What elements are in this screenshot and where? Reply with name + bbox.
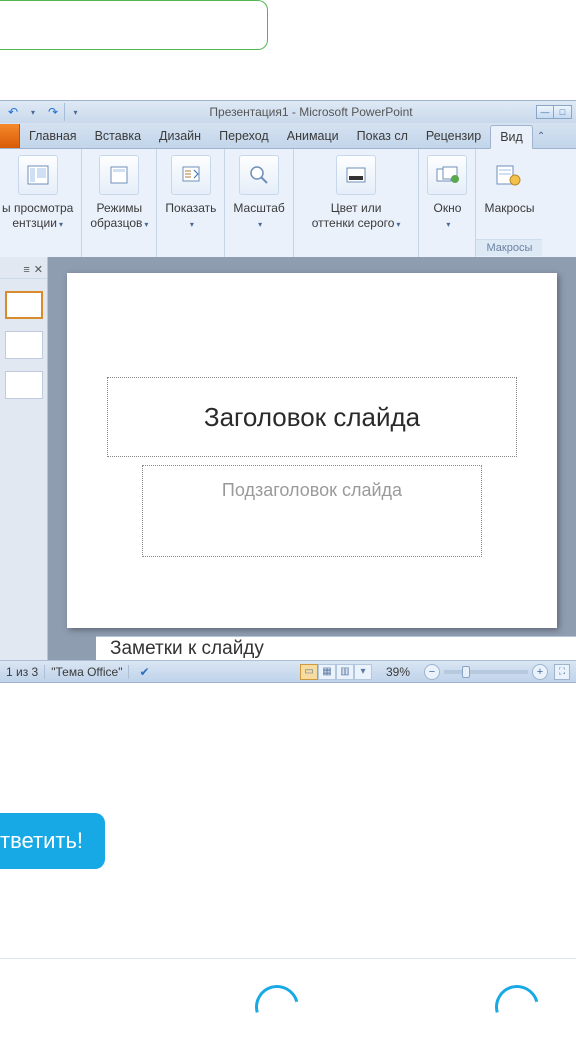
tab-transitions[interactable]: Переход bbox=[210, 124, 278, 148]
thumbnail-panel-header: ≡ ✕ bbox=[0, 261, 47, 279]
group-zoom: Масштаб▾ bbox=[225, 149, 293, 257]
reading-view-button[interactable]: ▥ bbox=[336, 664, 354, 680]
work-area: ≡ ✕ Заголовок слайда Подзаголовок слайда… bbox=[0, 257, 576, 660]
titlebar: ↶ ▾ ↷ ▾ Презентация1 - Microsoft PowerPo… bbox=[0, 101, 576, 123]
macros-icon[interactable] bbox=[489, 155, 529, 195]
view-mode-buttons: ▭ ▦ ▥ ▾ bbox=[300, 664, 372, 680]
group-show: Показать▾ bbox=[157, 149, 225, 257]
quick-access-toolbar: ↶ ▾ ↷ ▾ bbox=[0, 103, 86, 121]
group-window: Окно▾ bbox=[419, 149, 476, 257]
zoom-percentage[interactable]: 39% bbox=[386, 665, 410, 679]
fit-to-window-button[interactable]: ⛶ bbox=[554, 664, 570, 680]
presentation-views-label: ы просмотраентзции▾ bbox=[2, 201, 73, 231]
slide-thumbnail-1[interactable] bbox=[5, 291, 43, 319]
slide[interactable]: Заголовок слайда Подзаголовок слайда bbox=[67, 273, 557, 628]
group-color: Цвет илиоттенки серого▾ bbox=[294, 149, 420, 257]
divider bbox=[0, 958, 576, 959]
undo-dropdown-icon[interactable]: ▾ bbox=[24, 103, 42, 121]
slide-canvas-area: Заголовок слайда Подзаголовок слайда bbox=[48, 257, 576, 636]
spellcheck-icon[interactable]: ✔ bbox=[135, 664, 153, 680]
tab-home[interactable]: Главная bbox=[20, 124, 86, 148]
chevron-down-icon: ▾ bbox=[144, 220, 148, 229]
window-label: Окно▾ bbox=[433, 201, 461, 231]
tab-animations[interactable]: Анимаци bbox=[278, 124, 348, 148]
chevron-down-icon: ▾ bbox=[396, 220, 400, 229]
tab-design[interactable]: Дизайн bbox=[150, 124, 210, 148]
redo-icon[interactable]: ↷ bbox=[44, 103, 62, 121]
group-presentation-views: ы просмотраентзции▾ bbox=[0, 149, 82, 257]
slide-title-placeholder[interactable]: Заголовок слайда bbox=[107, 377, 517, 457]
sorter-view-button[interactable]: ▦ bbox=[318, 664, 336, 680]
slide-subtitle-placeholder[interactable]: Подзаголовок слайда bbox=[142, 465, 482, 557]
normal-view-button[interactable]: ▭ bbox=[300, 664, 318, 680]
theme-name: "Тема Office" bbox=[51, 665, 122, 679]
color-label: Цвет илиоттенки серого▾ bbox=[312, 201, 401, 231]
sample-modes-label: Режимыобразцов▾ bbox=[90, 201, 148, 231]
ribbon-minimize-icon[interactable]: ⌃ bbox=[533, 124, 549, 148]
normal-view-icon[interactable] bbox=[18, 155, 58, 195]
window-icon[interactable] bbox=[427, 155, 467, 195]
show-icon[interactable] bbox=[171, 155, 211, 195]
zoom-slider[interactable] bbox=[444, 670, 528, 674]
chevron-down-icon: ▾ bbox=[59, 220, 63, 229]
group-macros: Макросы Макросы bbox=[476, 149, 542, 257]
panel-close-icon[interactable]: ✕ bbox=[34, 263, 43, 276]
qat-customize-icon[interactable]: ▾ bbox=[64, 103, 82, 121]
chevron-down-icon: ▾ bbox=[258, 220, 262, 229]
sample-modes-icon[interactable] bbox=[99, 155, 139, 195]
separator bbox=[44, 665, 45, 679]
zoom-out-button[interactable]: − bbox=[424, 664, 440, 680]
minimize-button[interactable]: — bbox=[536, 105, 554, 119]
group-sample-modes: Режимыобразцов▾ bbox=[82, 149, 157, 257]
window-buttons: — □ bbox=[536, 105, 576, 119]
zoom-in-button[interactable]: + bbox=[532, 664, 548, 680]
chevron-down-icon: ▾ bbox=[190, 220, 194, 229]
maximize-button[interactable]: □ bbox=[554, 105, 572, 119]
status-bar: 1 из 3 "Тема Office" ✔ ▭ ▦ ▥ ▾ 39% − + ⛶ bbox=[0, 660, 576, 682]
tab-review[interactable]: Рецензир bbox=[417, 124, 490, 148]
color-grayscale-icon[interactable] bbox=[336, 155, 376, 195]
tab-slideshow[interactable]: Показ сл bbox=[348, 124, 417, 148]
tab-view[interactable]: Вид bbox=[490, 125, 533, 149]
separator bbox=[128, 665, 129, 679]
spinner-icon bbox=[487, 977, 547, 1037]
notes-pane[interactable]: Заметки к слайду bbox=[96, 636, 576, 660]
macros-label: Макросы bbox=[484, 201, 534, 216]
zoom-slider-handle[interactable] bbox=[462, 666, 470, 678]
spinner-icon bbox=[247, 977, 307, 1037]
thumbnail-panel: ≡ ✕ bbox=[0, 257, 48, 660]
ribbon: ы просмотраентзции▾ Режимыобразцов▾ Пока… bbox=[0, 149, 576, 257]
slideshow-button[interactable]: ▾ bbox=[354, 664, 372, 680]
chevron-down-icon: ▾ bbox=[446, 220, 450, 229]
zoom-control: − + bbox=[424, 664, 548, 680]
powerpoint-window: ↶ ▾ ↷ ▾ Презентация1 - Microsoft PowerPo… bbox=[0, 100, 576, 683]
green-bubble bbox=[0, 0, 268, 50]
answer-button[interactable]: тветить! bbox=[0, 813, 105, 869]
file-tab[interactable] bbox=[0, 124, 20, 148]
undo-icon[interactable]: ↶ bbox=[4, 103, 22, 121]
panel-tab-icon[interactable]: ≡ bbox=[23, 264, 29, 276]
slide-thumbnail-3[interactable] bbox=[5, 371, 43, 399]
slide-counter: 1 из 3 bbox=[6, 665, 38, 679]
ribbon-tabs: Главная Вставка Дизайн Переход Анимаци П… bbox=[0, 123, 576, 149]
zoom-icon[interactable] bbox=[239, 155, 279, 195]
tab-insert[interactable]: Вставка bbox=[86, 124, 150, 148]
macros-group-caption: Макросы bbox=[476, 239, 542, 256]
window-title: Презентация1 - Microsoft PowerPoint bbox=[86, 105, 536, 119]
show-label: Показать▾ bbox=[165, 201, 216, 231]
zoom-label: Масштаб▾ bbox=[233, 201, 284, 231]
slide-thumbnail-2[interactable] bbox=[5, 331, 43, 359]
